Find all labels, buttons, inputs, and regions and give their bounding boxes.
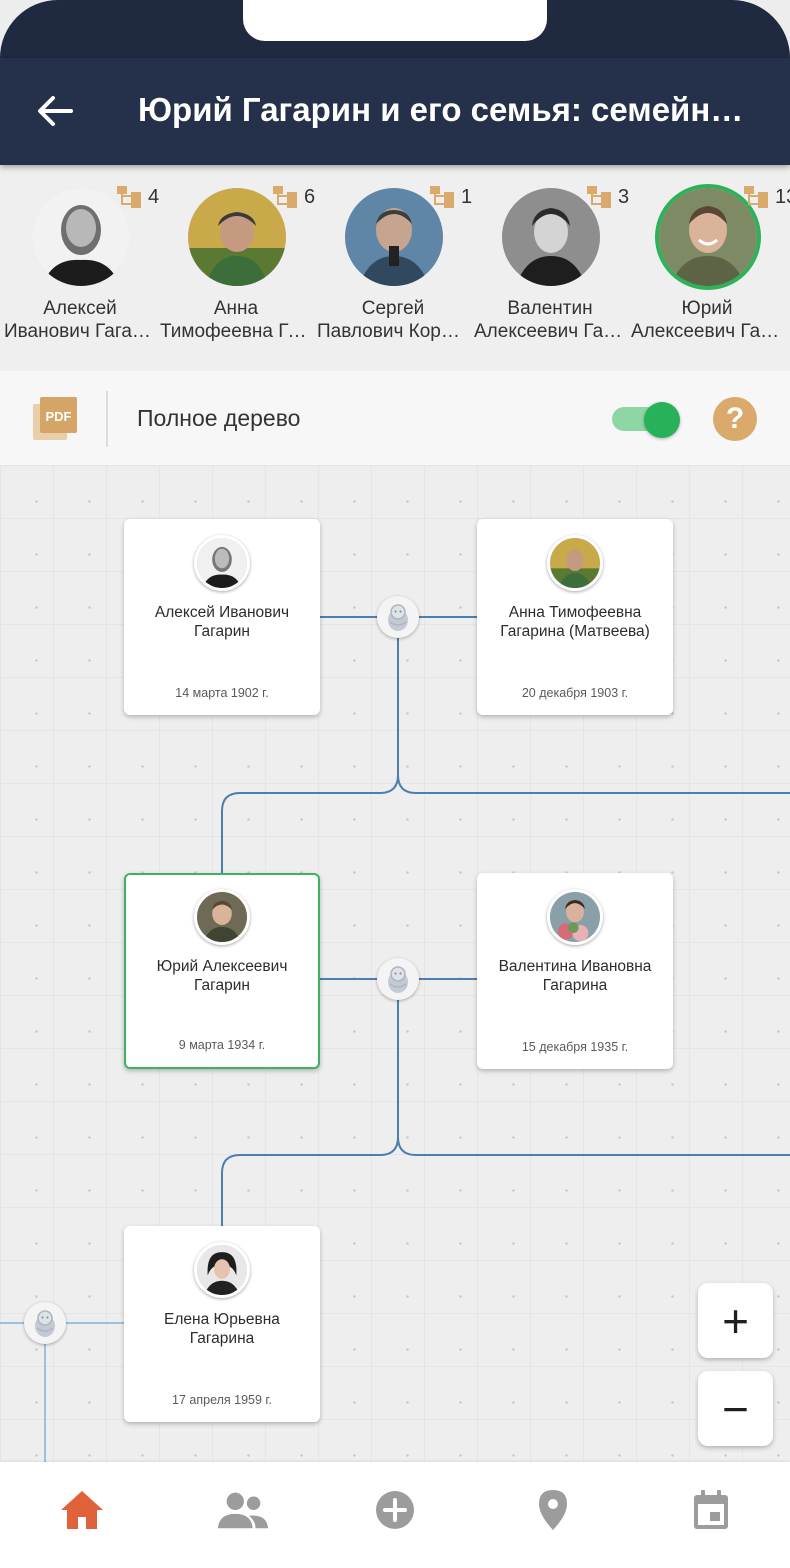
person-card[interactable]: Анна Тимофеевна Гагарина (Матвеева) 20 д…: [477, 519, 673, 715]
nav-home[interactable]: [56, 1484, 108, 1536]
family-tree-icon: [744, 186, 768, 208]
person-name: Елена Юрьевна Гагарина: [164, 1311, 280, 1347]
family-tree-icon: [273, 186, 297, 208]
birth-date: 9 марта 1934 г.: [178, 1038, 266, 1052]
person-name: Алексей Иванович Гагарин: [154, 604, 290, 640]
relative-name: Валентин Алексеевич Гагарин: [474, 298, 628, 342]
couple-node[interactable]: [377, 596, 419, 638]
page-title: Юрий Гагарин и его семья: семейное древо: [138, 91, 748, 128]
family-tree-icon: [430, 186, 454, 208]
relative-name: Анна Тимофеевна Гагарина: [160, 298, 314, 342]
family-tree-icon: [117, 186, 141, 208]
relatives-strip[interactable]: 4 Алексей Иванович Гагарин 6 Анна Тимофе…: [0, 165, 790, 371]
app-header: Юрий Гагарин и его семья: семейное древо: [0, 58, 790, 165]
people-icon: [217, 1492, 269, 1529]
nav-calendar[interactable]: [685, 1484, 737, 1536]
pdf-export-button[interactable]: PDF: [31, 394, 79, 442]
tree-toolbar: PDF Полное дерево ?: [0, 371, 790, 465]
birth-date: 17 апреля 1959 г.: [172, 1393, 272, 1407]
help-button[interactable]: ?: [713, 397, 757, 441]
tree-count: 4: [116, 185, 159, 209]
add-circle-icon: [376, 1491, 414, 1529]
couple-node[interactable]: [377, 958, 419, 1000]
minus-icon: −: [722, 1382, 749, 1435]
full-tree-label: Полное дерево: [137, 405, 301, 431]
full-tree-toggle[interactable]: [612, 402, 680, 438]
avatar: [194, 535, 250, 591]
relative-name: Юрий Алексеевич Гагарин: [631, 298, 785, 342]
person-card[interactable]: Валентина Ивановна Гагарина 15 декабря 1…: [477, 873, 673, 1069]
bottom-navigation: [0, 1462, 790, 1568]
pdf-icon: PDF: [33, 397, 77, 440]
avatar: [194, 889, 250, 945]
tree-count: 6: [272, 185, 315, 209]
nav-add[interactable]: [369, 1484, 421, 1536]
toolbar-divider: [106, 391, 108, 447]
calendar-icon: [694, 1490, 728, 1529]
zoom-in-button[interactable]: +: [698, 1283, 773, 1358]
birth-date: 20 декабря 1903 г.: [521, 686, 629, 700]
relative-name: Сергей Павлович Королёв: [317, 298, 471, 342]
device-notch: [243, 0, 547, 41]
baby-icon: [35, 1310, 55, 1337]
location-pin-icon: [539, 1490, 567, 1530]
person-card[interactable]: Елена Юрьевна Гагарина 17 апреля 1959 г.: [124, 1226, 320, 1422]
relative-name: Алексей Иванович Гагарин: [4, 298, 158, 342]
arrow-left-icon: [38, 96, 73, 126]
nav-people[interactable]: [217, 1484, 269, 1536]
person-name: Юрий Алексеевич Гагарин: [156, 958, 288, 994]
baby-icon: [388, 604, 408, 631]
tree-count: 1: [429, 185, 472, 209]
person-card[interactable]: Алексей Иванович Гагарин 14 марта 1902 г…: [124, 519, 320, 715]
avatar: [194, 1242, 250, 1298]
person-name: Валентина Ивановна Гагарина: [498, 958, 652, 994]
plus-icon: +: [722, 1294, 749, 1347]
nav-places[interactable]: [527, 1484, 579, 1536]
family-tree-canvas[interactable]: Алексей Иванович Гагарин 14 марта 1902 г…: [0, 465, 790, 1462]
baby-icon: [388, 966, 408, 993]
family-tree-icon: [587, 186, 611, 208]
tree-count: 3: [586, 185, 629, 209]
pdf-label: PDF: [46, 409, 72, 424]
person-card-selected[interactable]: Юрий Алексеевич Гагарин 9 марта 1934 г.: [124, 873, 320, 1069]
birth-date: 14 марта 1902 г.: [175, 686, 269, 700]
person-name: Анна Тимофеевна Гагарина (Матвеева): [500, 604, 650, 640]
toggle-knob: [644, 402, 680, 438]
couple-node[interactable]: [24, 1302, 66, 1344]
avatar: [547, 889, 603, 945]
zoom-out-button[interactable]: −: [698, 1371, 773, 1446]
back-button[interactable]: [30, 86, 80, 136]
birth-date: 15 декабря 1935 г.: [521, 1040, 629, 1054]
avatar: [547, 535, 603, 591]
home-icon: [61, 1491, 103, 1529]
tree-count: 13: [743, 185, 790, 209]
